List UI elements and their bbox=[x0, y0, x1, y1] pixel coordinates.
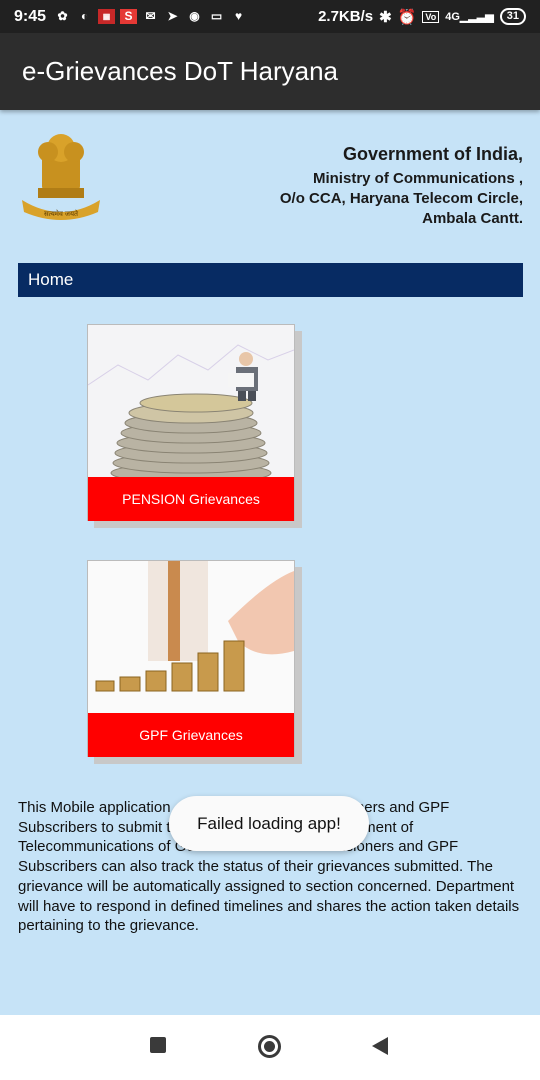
app-notification-icon: ▦ bbox=[98, 9, 116, 24]
status-right: 2.7KB/s ✱ ⏰ Vo 4G▁▂▃▅ 31 bbox=[318, 8, 526, 26]
home-link[interactable]: Home bbox=[28, 270, 73, 289]
gpf-image bbox=[88, 561, 294, 713]
bluetooth-icon: ✱ bbox=[379, 8, 392, 26]
pension-image bbox=[88, 325, 294, 477]
signal-icon: 4G▁▂▃▅ bbox=[445, 11, 494, 23]
home-button[interactable] bbox=[258, 1035, 281, 1058]
gpf-grievances-card[interactable]: GPF Grievances bbox=[87, 560, 295, 757]
browser-icon: ◉ bbox=[189, 9, 200, 23]
app-notification-icon: S bbox=[120, 9, 138, 24]
heart-icon: ♥ bbox=[234, 9, 243, 23]
gmail-icon: ✉ bbox=[145, 9, 156, 23]
network-type: 4G bbox=[445, 11, 460, 23]
recents-button[interactable] bbox=[150, 1037, 166, 1053]
home-nav-bar[interactable]: Home bbox=[18, 263, 523, 297]
national-emblem-icon: सत्यमेव जयते bbox=[22, 134, 100, 220]
location-line: Ambala Cantt. bbox=[422, 210, 523, 227]
pension-grievances-card[interactable]: PENSION Grievances bbox=[87, 324, 295, 521]
back-button[interactable] bbox=[372, 1037, 388, 1055]
app-notification-icon: ➤ bbox=[167, 9, 178, 23]
gpf-coin-stacks-icon bbox=[88, 561, 294, 713]
gpf-grievances-button[interactable]: GPF Grievances bbox=[88, 713, 294, 757]
status-time: 9:45 bbox=[14, 7, 47, 25]
alarm-icon: ⏰ bbox=[397, 8, 417, 26]
emblem-motto: सत्यमेव जयते bbox=[44, 209, 79, 218]
network-speed: 2.7KB/s bbox=[318, 8, 374, 25]
govt-title: Government of India, bbox=[342, 144, 523, 164]
app-notification-icon: ✿ bbox=[57, 9, 68, 23]
pension-grievances-button[interactable]: PENSION Grievances bbox=[88, 477, 294, 521]
pension-coins-man-icon bbox=[88, 325, 294, 477]
system-nav-bar bbox=[0, 1015, 540, 1080]
volte-icon: Vo bbox=[422, 10, 440, 23]
app-notification-icon: ◐ bbox=[80, 9, 89, 23]
ministry-line: Ministry of Communications , bbox=[312, 170, 523, 187]
office-line: O/o CCA, Haryana Telecom Circle, bbox=[279, 190, 523, 207]
notification-icons: ✿ ◐ ▦ S ✉ ➤ ◉ ▭ ♥ bbox=[54, 9, 247, 24]
battery-icon: 31 bbox=[499, 8, 526, 25]
header: सत्यमेव जयते Government of India, Minist… bbox=[18, 128, 523, 228]
app-bar: e-Grievances DoT Haryana bbox=[0, 33, 540, 110]
laptop-icon: ▭ bbox=[210, 9, 223, 23]
status-bar: 9:45 ✿ ◐ ▦ S ✉ ➤ ◉ ▭ ♥ 2.7KB/s ✱ ⏰ Vo 4G… bbox=[0, 0, 540, 33]
toast-message: Failed loading app! bbox=[169, 796, 369, 851]
govt-text-block: Government of India, Ministry of Communi… bbox=[280, 144, 523, 229]
app-title: e-Grievances DoT Haryana bbox=[22, 56, 338, 86]
